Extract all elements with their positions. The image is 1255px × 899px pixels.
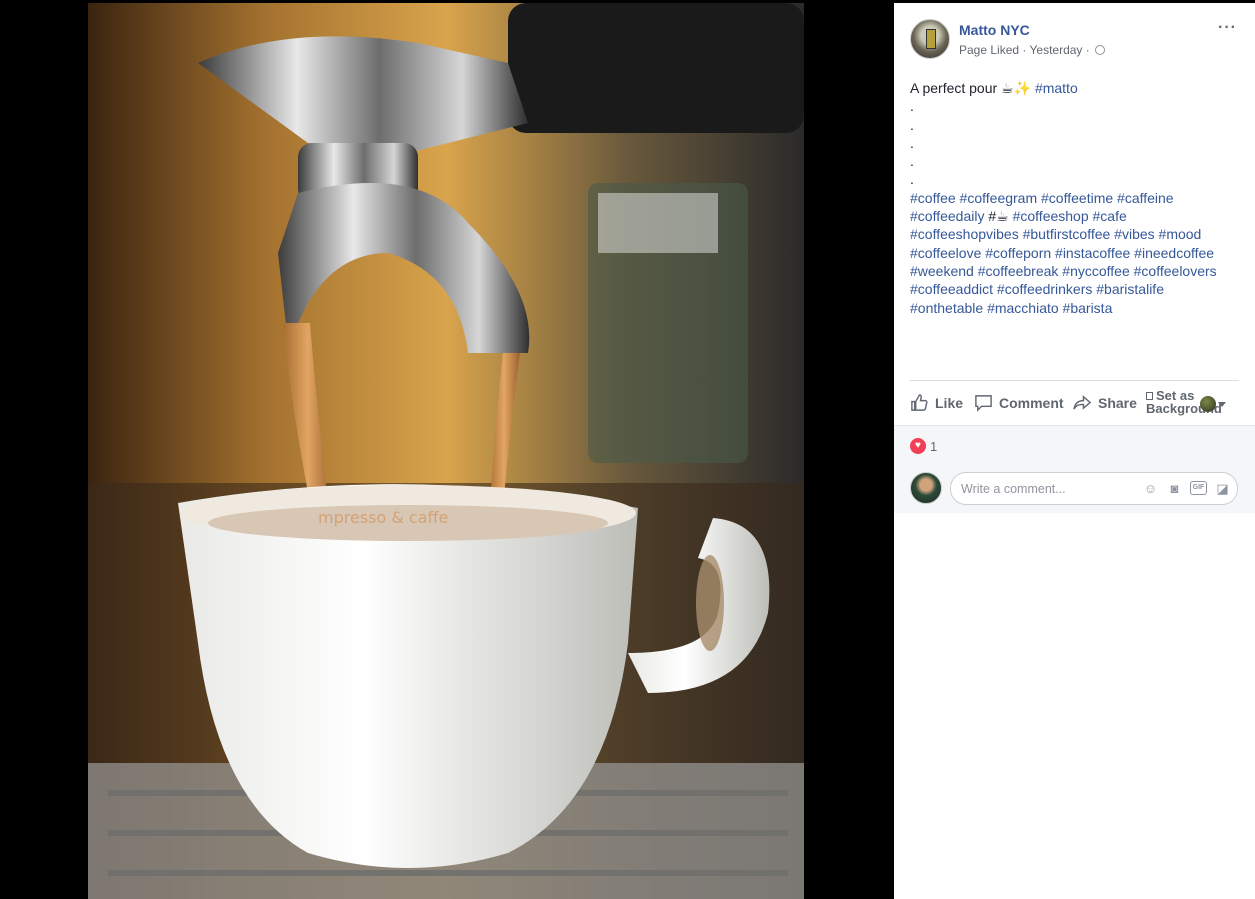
hashtag-line[interactable]: #coffeelove #coffeporn #instacoffee #ine… [910, 244, 1239, 262]
sticker-icon[interactable]: ◪ [1214, 481, 1231, 497]
espresso-photo: mpresso & caffe [88, 3, 804, 899]
caption-dot: . [910, 153, 914, 170]
hashtag-line[interactable]: #coffeeaddict #coffeedrinkers #baristali… [910, 280, 1239, 298]
like-button[interactable]: Like [910, 393, 963, 412]
share-label: Share [1098, 394, 1137, 411]
caption-dot: . [910, 116, 914, 133]
post-actions-bar: Like Comment Share Set as Background [910, 380, 1239, 424]
caption-text: A perfect pour ☕✨ [910, 80, 1032, 96]
hashtag-link[interactable]: #coffeedaily [910, 208, 984, 224]
hashtag-line[interactable]: #onthetable #macchiato #barista [910, 299, 1239, 317]
photo-viewer: mpresso & caffe [0, 0, 894, 899]
composer-icons: ☺ ◙ GIF ◪ [1142, 481, 1231, 497]
thumbs-up-icon [911, 394, 928, 411]
page-name-link[interactable]: Matto NYC [959, 22, 1030, 38]
user-avatar-mini [1200, 396, 1216, 412]
reactions-summary[interactable]: ♥ 1 [910, 438, 937, 454]
chevron-down-icon [1218, 401, 1226, 407]
caption-dot: . [910, 134, 914, 151]
frame-icon [1146, 392, 1153, 400]
svg-text:mpresso & caffe: mpresso & caffe [318, 508, 448, 527]
hashtag-line[interactable]: #weekend #coffeebreak #nyccoffee #coffee… [910, 262, 1239, 280]
post-header: Matto NYC Page Liked · Yesterday · ··· [894, 3, 1255, 73]
audience-selector[interactable] [1200, 396, 1226, 412]
post-meta: Page Liked · Yesterday · [959, 43, 1106, 57]
caption-dot: . [910, 171, 914, 188]
reaction-count: 1 [930, 438, 938, 454]
comment-button[interactable]: Comment [974, 393, 1064, 412]
love-reaction-icon: ♥ [910, 438, 926, 454]
emoji-icon[interactable]: ☺ [1142, 481, 1159, 497]
post-photo[interactable]: mpresso & caffe [88, 3, 804, 899]
like-label: Like [935, 394, 964, 411]
hashtag-link[interactable]: #matto [1035, 80, 1078, 96]
post-side-panel: Matto NYC Page Liked · Yesterday · ··· A… [894, 3, 1255, 899]
caption-dot: . [910, 98, 914, 115]
comment-input[interactable] [961, 473, 1136, 504]
hashtag-line[interactable]: #coffeeshopvibes #butfirstcoffee #vibes … [910, 225, 1239, 243]
globe-icon[interactable] [1095, 45, 1106, 55]
comment-composer[interactable]: ☺ ◙ GIF ◪ [950, 472, 1238, 505]
page-avatar[interactable] [910, 19, 950, 59]
hashtag-emoji[interactable]: #☕ [988, 208, 1008, 224]
caption-first-line: A perfect pour ☕✨ #matto [910, 79, 1239, 97]
share-arrow-icon [1073, 395, 1092, 410]
post-meta-text: Page Liked · Yesterday · [959, 43, 1090, 57]
gif-icon[interactable]: GIF [1190, 481, 1207, 495]
current-user-avatar[interactable] [910, 472, 942, 504]
comments-section: ♥ 1 ☺ ◙ GIF ◪ [894, 425, 1255, 513]
share-button[interactable]: Share [1073, 393, 1137, 412]
hashtag-line[interactable]: #coffeedaily #☕ #coffeeshop #cafe [910, 207, 1239, 225]
more-options-button[interactable]: ··· [1218, 19, 1237, 37]
camera-icon[interactable]: ◙ [1166, 481, 1183, 497]
comment-label: Comment [999, 394, 1064, 411]
hashtag-line[interactable]: #coffee #coffeegram #coffeetime #caffein… [910, 189, 1239, 207]
post-caption: A perfect pour ☕✨ #matto . . . . . #coff… [894, 73, 1255, 317]
hashtag-link[interactable]: #coffeeshop #cafe [1013, 208, 1127, 224]
comment-bubble-icon [975, 395, 992, 412]
